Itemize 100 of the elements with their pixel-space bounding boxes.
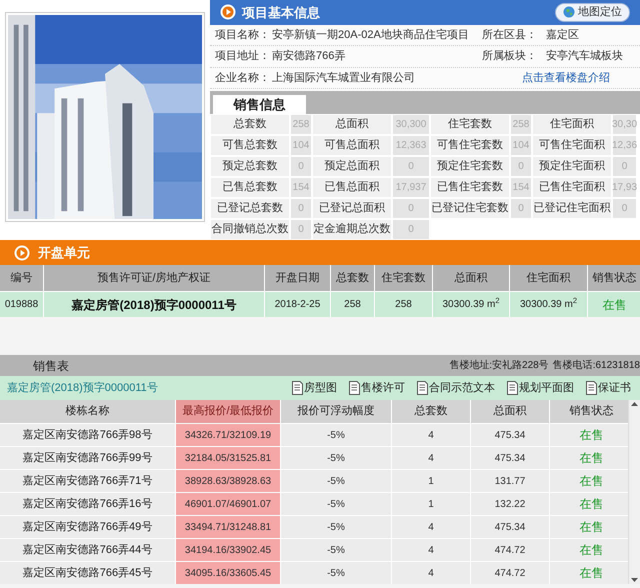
stat-value: 0 (612, 198, 637, 219)
table-cell: 38928.63/38928.63 (176, 470, 280, 492)
section-title: 项目基本信息 (242, 4, 320, 22)
stat-value: 154 (290, 177, 312, 198)
table-cell: 嘉定区南安德路766弄49号 (0, 516, 175, 538)
column-header: 最高报价/最低报价 (176, 400, 280, 423)
table-cell: 019888 (0, 292, 43, 317)
table-cell: 33494.71/31248.81 (176, 516, 280, 538)
table-cell: 474.72 (471, 539, 549, 561)
stat-label: 已售住宅面积 (532, 177, 612, 198)
stat-label: 住宅面积 (532, 114, 612, 135)
table-cell: 30300.39 m$^{2}$ (433, 292, 509, 317)
table-cell: -5% (281, 516, 391, 538)
table-cell: 258 (375, 292, 432, 317)
globe-icon (563, 6, 575, 18)
section-title: 销售表 (33, 358, 69, 374)
sales-address: 售楼地址:安礼路228号 (449, 358, 549, 373)
table-cell: 嘉定区南安德路766弄71号 (0, 470, 175, 492)
stat-label: 已售总套数 (210, 177, 290, 198)
table-cell: 4 (392, 424, 470, 446)
stat-value: 12,36 (612, 135, 637, 156)
column-header: 楼栋名称 (0, 400, 175, 423)
field-label: 项目地址： (214, 49, 271, 64)
stat-label: 预定总套数 (210, 156, 290, 177)
table-cell: -5% (281, 447, 391, 469)
sales-info-tab[interactable]: 销售信息 (213, 95, 306, 114)
stat-value: 0 (510, 198, 532, 219)
table-cell: 2018-2-25 (265, 292, 330, 317)
stat-value: 0 (290, 198, 312, 219)
stat-label: 可售住宅套数 (430, 135, 510, 156)
document-icon (292, 381, 303, 395)
scroll-down-icon (631, 578, 638, 582)
stat-label: 已登记住宅套数 (430, 198, 510, 219)
table-cell: 34194.16/33902.45 (176, 539, 280, 561)
table-cell: 1 (392, 493, 470, 515)
table-cell: -5% (281, 493, 391, 515)
stat-label: 定金逾期总次数 (312, 219, 392, 240)
play-icon (14, 244, 30, 260)
table-cell: 嘉定房管(2018)预字0000011号 (44, 292, 264, 317)
document-link[interactable]: 合同示范文本 (417, 380, 495, 396)
column-header: 总面积 (433, 265, 509, 291)
stat-value: 0 (392, 156, 430, 177)
permit-title: 嘉定房管(2018)预字0000011号 (7, 380, 159, 396)
table-cell: 嘉定区南安德路766弄99号 (0, 447, 175, 469)
table-cell: 4 (392, 539, 470, 561)
field-label: 项目名称： (214, 28, 271, 43)
stat-value: 30,300 (392, 114, 430, 135)
field-value: 南安德路766弄 (272, 48, 346, 64)
stat-label: 预定总面积 (312, 156, 392, 177)
stat-value: 258 (290, 114, 312, 135)
stat-label: 总套数 (210, 114, 290, 135)
stat-label: 已登记住宅面积 (532, 198, 612, 219)
table-cell: 嘉定区南安德路766弄45号 (0, 562, 175, 584)
table-cell: 嘉定区南安德路766弄44号 (0, 539, 175, 561)
stat-value: 104 (510, 135, 532, 156)
document-link[interactable]: 规划平面图 (507, 380, 574, 396)
table-cell: 1 (392, 470, 470, 492)
stat-value: 154 (510, 177, 532, 198)
document-link[interactable]: 售楼许可 (349, 380, 405, 396)
section-title: 开盘单元 (38, 244, 90, 262)
table-cell: 嘉定区南安德路766弄98号 (0, 424, 175, 446)
intro-link[interactable]: 点击查看楼盘介绍 (522, 70, 610, 86)
table-cell: 475.34 (471, 516, 549, 538)
table-cell: 32184.05/31525.81 (176, 447, 280, 469)
stat-value: 0 (290, 156, 312, 177)
stat-value: 258 (510, 114, 532, 135)
document-icon (349, 381, 360, 395)
table-cell: 4 (392, 447, 470, 469)
field-label: 所属板块： (482, 49, 538, 64)
table-cell: 474.72 (471, 562, 549, 584)
scrollbar[interactable] (628, 400, 640, 584)
stat-label: 住宅套数 (430, 114, 510, 135)
table-cell: 131.77 (471, 470, 549, 492)
map-button[interactable]: 地图定位 (555, 2, 630, 22)
stat-label: 已售总面积 (312, 177, 392, 198)
table-cell: 4 (392, 516, 470, 538)
stat-value: 12,363 (392, 135, 430, 156)
table-cell: 在售 (588, 292, 640, 317)
table-cell: -5% (281, 562, 391, 584)
field-value: 安亭新镇一期20A-02A地块商品住宅项目 (272, 28, 470, 43)
field-value: 上海国际汽车城置业有限公司 (272, 70, 416, 86)
table-cell: 4 (392, 562, 470, 584)
stat-label: 已售住宅套数 (430, 177, 510, 198)
table-cell: 30300.39 m$^{2}$ (510, 292, 587, 317)
column-header: 总套数 (331, 265, 374, 291)
table-cell: 46901.07/46901.07 (176, 493, 280, 515)
document-icon (586, 381, 597, 395)
table-cell: 嘉定区南安德路766弄16号 (0, 493, 175, 515)
field-label: 所在区县： (482, 28, 538, 43)
document-link[interactable]: 房型图 (292, 380, 337, 396)
sales-phone: 售楼电话:61231818 (552, 358, 640, 373)
table-cell: 34095.16/33605.45 (176, 562, 280, 584)
stat-label: 可售总套数 (210, 135, 290, 156)
document-link[interactable]: 保证书 (586, 380, 631, 396)
stat-value: 17,93 (612, 177, 637, 198)
field-value: 嘉定区 (546, 28, 579, 43)
stat-value: 0 (392, 198, 430, 219)
stat-value: 104 (290, 135, 312, 156)
column-header: 住宅面积 (510, 265, 587, 291)
table-cell: -5% (281, 470, 391, 492)
